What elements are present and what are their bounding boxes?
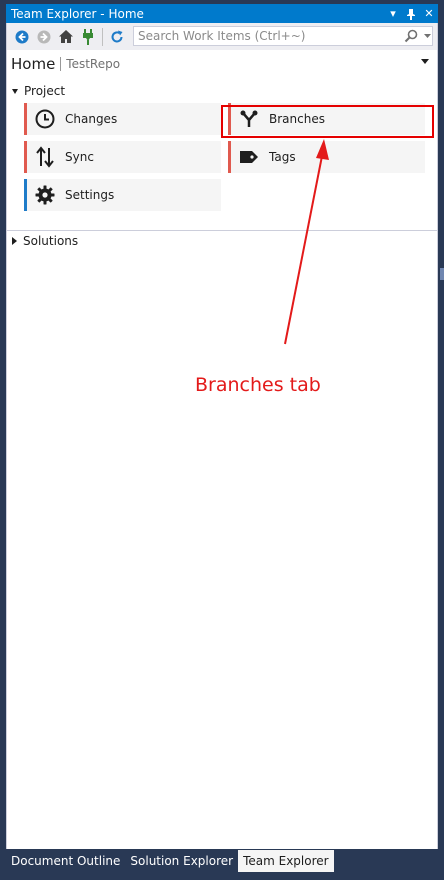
- gear-icon: [27, 179, 63, 211]
- team-explorer-panel: Home TestRepo Project Changes Branches: [6, 23, 438, 849]
- repo-name: TestRepo: [66, 57, 121, 71]
- search-icon[interactable]: [400, 27, 422, 45]
- close-icon[interactable]: ✕: [420, 5, 438, 23]
- annotation-label: Branches tab: [195, 374, 321, 396]
- home-icon[interactable]: [55, 26, 77, 48]
- tab-document-outline[interactable]: Document Outline: [6, 850, 125, 872]
- back-arrow-icon[interactable]: [11, 26, 33, 48]
- tile-label: Changes: [65, 112, 118, 126]
- branch-icon: [231, 103, 267, 135]
- section-label: Project: [24, 84, 66, 98]
- tab-solution-explorer[interactable]: Solution Explorer: [125, 850, 238, 872]
- search-dropdown-icon[interactable]: [422, 27, 432, 45]
- tile-label: Tags: [269, 150, 296, 164]
- ide-frame: Team Explorer - Home ▾ ✕ Search Work Ite…: [0, 0, 444, 880]
- tile-settings[interactable]: Settings: [24, 179, 221, 211]
- pin-icon[interactable]: [402, 5, 420, 23]
- connect-plug-icon[interactable]: [77, 26, 99, 48]
- tile-tags[interactable]: Tags: [228, 141, 425, 173]
- search-work-items-box[interactable]: [133, 26, 433, 46]
- tile-label: Sync: [65, 150, 94, 164]
- forward-arrow-icon[interactable]: [33, 26, 55, 48]
- toolbar: [7, 23, 437, 50]
- tool-window-titlebar[interactable]: Team Explorer - Home ▾ ✕: [6, 4, 438, 23]
- tag-icon: [231, 141, 267, 173]
- tile-changes[interactable]: Changes: [24, 103, 221, 135]
- bottom-tab-strip: Document Outline Solution Explorer Team …: [6, 850, 438, 872]
- section-divider: [7, 230, 437, 231]
- page-header: Home TestRepo: [7, 51, 437, 77]
- sync-arrows-icon: [27, 141, 63, 173]
- tile-label: Branches: [269, 112, 325, 126]
- refresh-icon[interactable]: [106, 26, 128, 48]
- project-section-header[interactable]: Project: [12, 84, 65, 98]
- page-title: Home: [11, 55, 56, 73]
- section-label: Solutions: [23, 234, 79, 248]
- solutions-section-header[interactable]: Solutions: [12, 234, 78, 248]
- toolbar-separator: [102, 27, 103, 46]
- expand-triangle-icon[interactable]: [12, 237, 17, 245]
- collapse-triangle-icon[interactable]: [12, 88, 18, 94]
- tab-team-explorer[interactable]: Team Explorer: [238, 850, 334, 872]
- navigation-dropdown-icon[interactable]: [421, 59, 429, 64]
- tile-label: Settings: [65, 188, 115, 202]
- search-input[interactable]: [134, 26, 400, 46]
- tile-branches[interactable]: Branches: [228, 103, 425, 135]
- scroll-edge-marker: [440, 268, 444, 280]
- dropdown-arrow-icon[interactable]: ▾: [384, 5, 402, 23]
- window-title: Team Explorer - Home: [11, 6, 144, 21]
- header-separator: [60, 57, 62, 71]
- clock-icon: [27, 103, 63, 135]
- tile-sync[interactable]: Sync: [24, 141, 221, 173]
